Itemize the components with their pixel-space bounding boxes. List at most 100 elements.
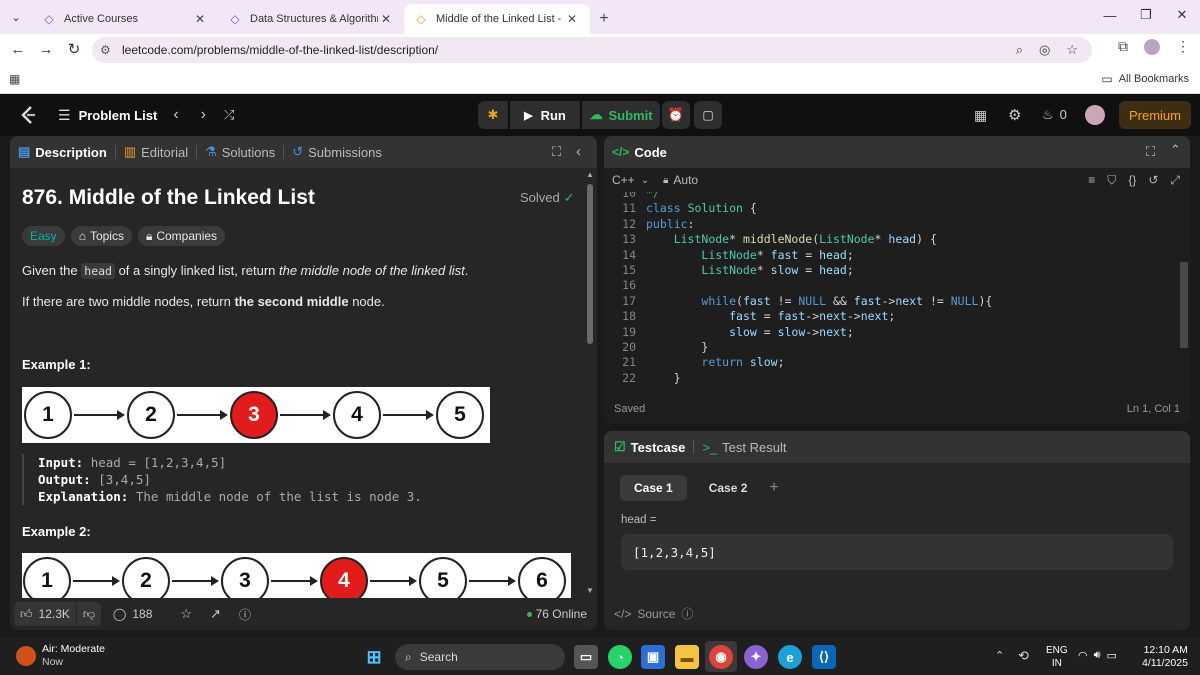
taskbar-search[interactable]: ⌕ Search bbox=[395, 644, 565, 670]
code-panel: </> Code ⛶ ⌃ C++ ⌄ 🔒︎ Auto ≡ ⛉ {} ↺ ⤢ 10… bbox=[604, 136, 1190, 424]
favorite-star-icon[interactable]: ☆ bbox=[180, 606, 192, 622]
settings-gear-icon[interactable]: ⚙ bbox=[1008, 106, 1021, 124]
site-info-icon[interactable]: ⚙ bbox=[100, 43, 122, 57]
scroll-thumb[interactable] bbox=[1180, 262, 1188, 348]
description-scrollbar[interactable]: ▲ ▼ bbox=[586, 170, 594, 596]
scroll-up-icon[interactable]: ▲ bbox=[586, 170, 594, 179]
vscode-icon[interactable]: ⟨⟩ bbox=[812, 645, 836, 669]
extensions-icon[interactable]: ⧉ bbox=[1118, 38, 1128, 55]
bookmark-star-icon[interactable]: ☆ bbox=[1066, 42, 1078, 58]
maximize-icon[interactable]: ⛶ bbox=[1146, 144, 1155, 160]
user-avatar[interactable] bbox=[1085, 105, 1105, 125]
problem-list-link[interactable]: Problem List bbox=[79, 108, 158, 123]
auto-mode[interactable]: 🔒︎ Auto bbox=[663, 173, 698, 187]
testcase-input[interactable]: [1,2,3,4,5] bbox=[621, 534, 1173, 570]
prev-problem-icon[interactable]: ‹ bbox=[173, 106, 178, 124]
streak-counter[interactable]: ♨ 0 bbox=[1042, 107, 1067, 123]
scroll-down-icon[interactable]: ▼ bbox=[586, 586, 594, 595]
case-1-button[interactable]: Case 1 bbox=[620, 475, 687, 501]
reset-icon[interactable]: ↺ bbox=[1148, 173, 1158, 188]
reload-icon[interactable]: ↻ bbox=[60, 34, 88, 64]
tab-editorial[interactable]: ▥ Editorial bbox=[116, 136, 196, 168]
apps-grid-icon[interactable]: ▦ bbox=[9, 72, 20, 86]
tab-search-icon[interactable]: ⌄ bbox=[0, 0, 32, 34]
code-brackets-icon: </> bbox=[612, 145, 630, 159]
clock[interactable]: 12:10 AM 4/11/2025 bbox=[1142, 644, 1188, 670]
zoom-icon[interactable]: ⌕ bbox=[1016, 42, 1023, 58]
url-bar[interactable]: ⚙ leetcode.com/problems/middle-of-the-li… bbox=[92, 37, 1092, 63]
start-windows-icon[interactable]: ⊞ bbox=[362, 645, 386, 669]
code-tab[interactable]: </> Code bbox=[604, 136, 675, 168]
shuffle-icon[interactable]: ⤮ bbox=[224, 107, 234, 123]
premium-button[interactable]: Premium bbox=[1119, 101, 1191, 129]
share-icon[interactable]: ↗ bbox=[210, 606, 221, 622]
source-link[interactable]: </> Source ⓘ bbox=[614, 605, 693, 622]
tab-test-result[interactable]: >_ Test Result bbox=[694, 431, 794, 463]
browser-tab-active-courses[interactable]: ◇ Active Courses ✕ bbox=[32, 4, 218, 34]
collapse-up-icon[interactable]: ⌃ bbox=[1170, 142, 1181, 158]
all-bookmarks-label: All Bookmarks bbox=[1118, 72, 1189, 85]
companies-chip[interactable]: 🔒︎ Companies bbox=[137, 226, 226, 246]
format-icon[interactable]: ≡ bbox=[1088, 173, 1095, 188]
browser-tab-dsa[interactable]: ◇ Data Structures & Algorithms M ✕ bbox=[218, 4, 404, 34]
close-tab-icon[interactable]: ✕ bbox=[192, 12, 208, 26]
store-icon[interactable]: ▣ bbox=[641, 645, 665, 669]
back-icon[interactable]: ← bbox=[4, 34, 32, 64]
tab-submissions[interactable]: ↺ Submissions bbox=[284, 136, 390, 168]
next-problem-icon[interactable]: › bbox=[201, 106, 206, 124]
chevron-up-icon[interactable]: ⌃ bbox=[995, 649, 1004, 662]
braces-icon[interactable]: {} bbox=[1128, 173, 1136, 188]
tab-description[interactable]: ▤ Description bbox=[10, 136, 115, 168]
language-indicator[interactable]: ENG IN bbox=[1046, 644, 1068, 670]
chrome-icon[interactable]: ◉ bbox=[709, 645, 733, 669]
comments-button[interactable]: ◯ 188 bbox=[113, 607, 152, 621]
scroll-thumb[interactable] bbox=[587, 184, 593, 344]
add-case-icon[interactable]: + bbox=[769, 479, 778, 497]
list-node: 5 bbox=[419, 557, 467, 598]
whatsapp-icon[interactable]: ◔ bbox=[608, 645, 632, 669]
wifi-icon[interactable]: ◠ bbox=[1078, 649, 1088, 662]
close-tab-icon[interactable]: ✕ bbox=[564, 12, 580, 26]
all-bookmarks-button[interactable]: ▭ All Bookmarks bbox=[1101, 72, 1189, 86]
timer-button[interactable]: ⏰ bbox=[662, 101, 690, 129]
bookmark-icon[interactable]: ⛉ bbox=[1107, 173, 1116, 188]
minimize-icon[interactable]: — bbox=[1091, 0, 1129, 30]
leetcode-logo-icon[interactable] bbox=[18, 105, 38, 125]
weather-widget[interactable]: Air: Moderate Now bbox=[16, 643, 105, 669]
code-editor[interactable]: 10 */11 class Solution {12 public: 13 ListNo… bbox=[604, 192, 1176, 388]
tab-solutions[interactable]: ⚗ Solutions bbox=[197, 136, 283, 168]
forward-icon[interactable]: → bbox=[32, 34, 60, 64]
topics-chip[interactable]: ⌂ Topics bbox=[70, 226, 132, 246]
restore-icon[interactable]: ❐ bbox=[1127, 0, 1165, 30]
copilot-icon[interactable]: ✦ bbox=[744, 645, 768, 669]
close-tab-icon[interactable]: ✕ bbox=[378, 12, 394, 26]
close-window-icon[interactable]: ✕ bbox=[1163, 0, 1200, 30]
collapse-left-icon[interactable]: ‹ bbox=[576, 143, 581, 160]
task-view-icon[interactable]: ▭ bbox=[574, 645, 598, 669]
tab-testcase[interactable]: ☑ Testcase bbox=[604, 431, 693, 463]
notes-button[interactable]: ▢ bbox=[694, 101, 722, 129]
browser-tab-leetcode[interactable]: ◇ Middle of the Linked List - Leet ✕ bbox=[404, 4, 590, 34]
battery-icon[interactable]: ▭ bbox=[1107, 649, 1117, 662]
layout-grid-icon[interactable]: ▦ bbox=[974, 107, 987, 124]
editor-scrollbar[interactable] bbox=[1180, 198, 1188, 386]
submit-button[interactable]: ☁ Submit bbox=[582, 101, 660, 129]
debug-button[interactable]: ✱ bbox=[478, 101, 508, 129]
language-select[interactable]: C++ ⌄ bbox=[612, 173, 649, 187]
profile-avatar[interactable] bbox=[1144, 38, 1160, 55]
like-button[interactable]: 👍︎ 12.3K bbox=[14, 602, 76, 626]
help-icon[interactable]: ⓘ bbox=[239, 606, 251, 623]
menu-icon[interactable]: ⋮ bbox=[1176, 38, 1190, 55]
run-button[interactable]: ▶ Run bbox=[510, 101, 580, 129]
maximize-icon[interactable]: ⛶ bbox=[552, 144, 561, 160]
dislike-button[interactable]: 👎︎ bbox=[76, 602, 101, 626]
case-2-button[interactable]: Case 2 bbox=[695, 475, 762, 501]
new-tab-icon[interactable]: + bbox=[590, 4, 618, 34]
volume-icon[interactable]: 🔊︎ bbox=[1094, 649, 1101, 662]
sync-icon[interactable]: ⟲ bbox=[1018, 648, 1029, 664]
fullscreen-icon[interactable]: ⤢ bbox=[1170, 173, 1180, 188]
edge-icon[interactable]: e bbox=[778, 645, 802, 669]
address-toolbar: ← → ↻ ⚙ leetcode.com/problems/middle-of-… bbox=[0, 34, 1200, 64]
file-explorer-icon[interactable]: ▬ bbox=[675, 645, 699, 669]
eye-off-icon[interactable]: ◎ bbox=[1039, 42, 1050, 58]
